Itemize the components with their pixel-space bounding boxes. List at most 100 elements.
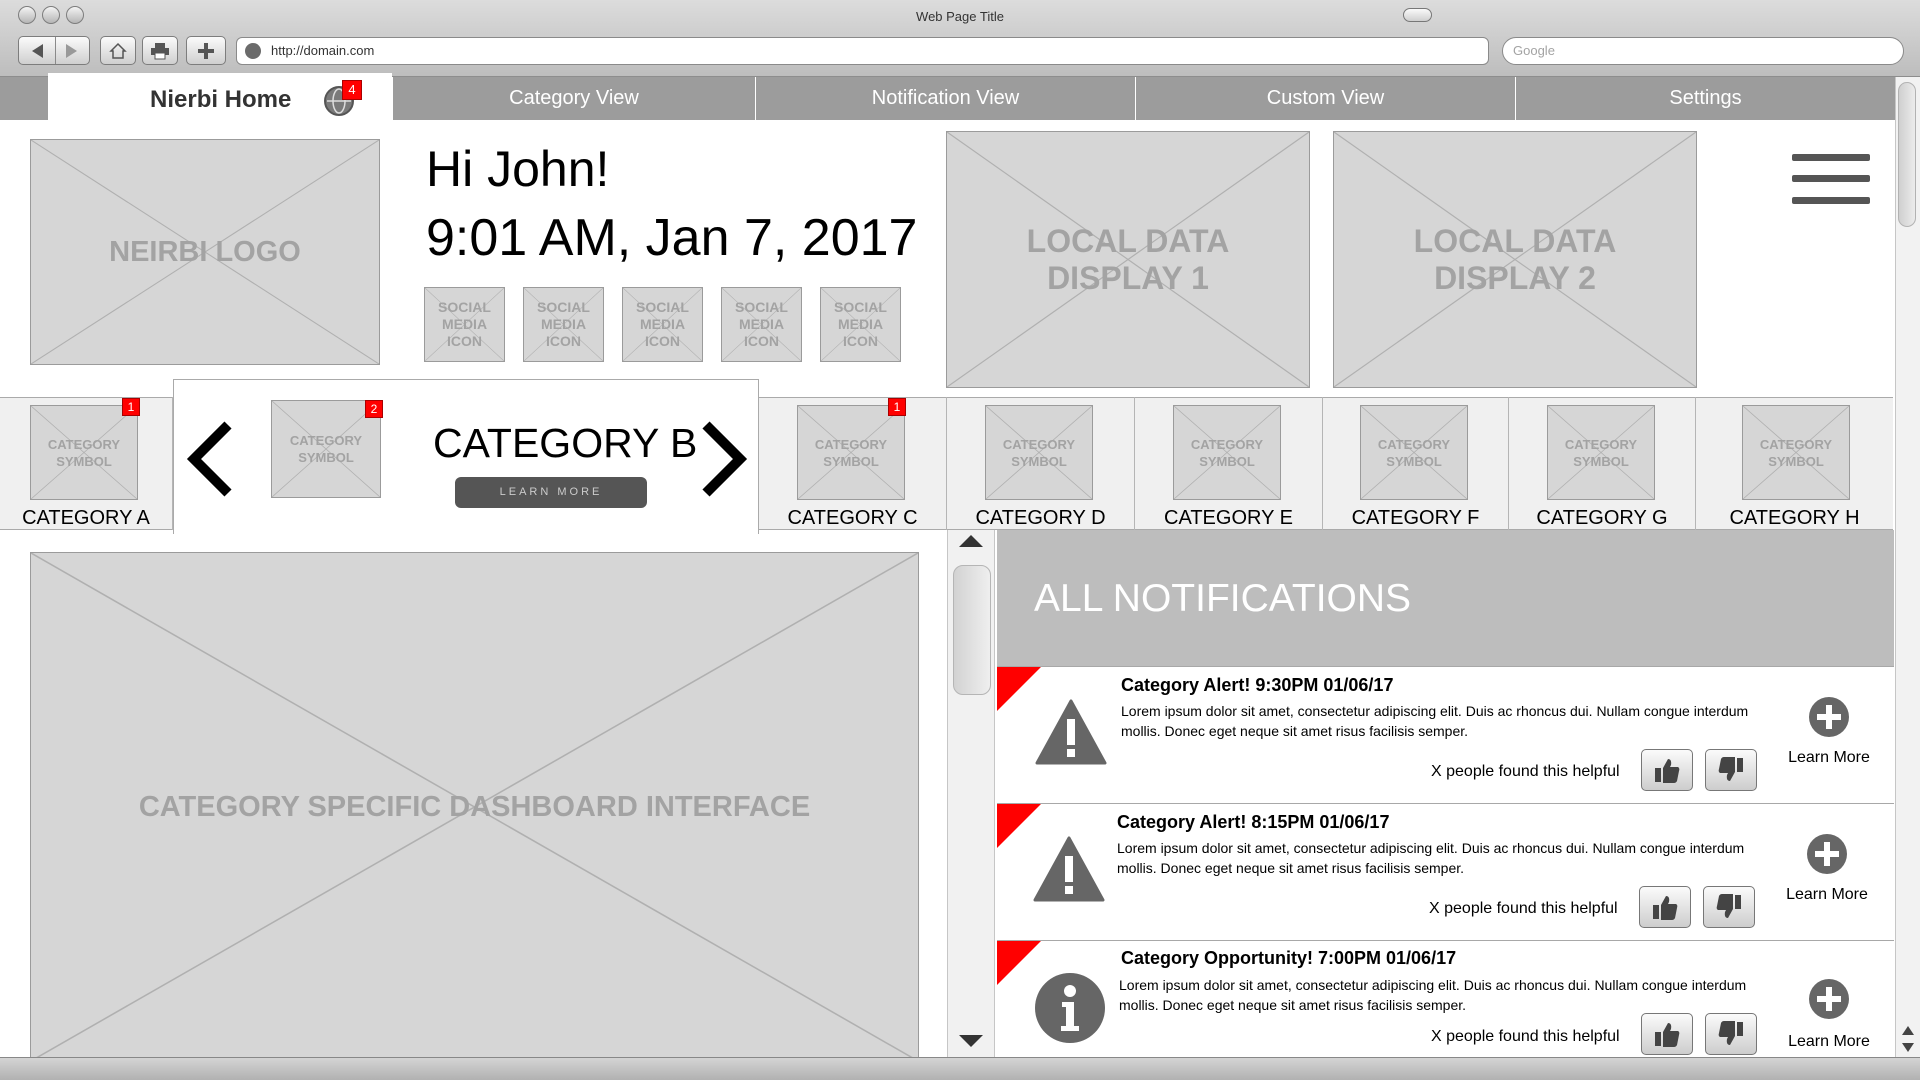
- home-icon: [109, 42, 127, 59]
- helpful-count: X people found this helpful: [1429, 900, 1618, 917]
- selected-category-title: CATEGORY B: [433, 420, 698, 466]
- social-icon-text: SOCIAL MEDIA ICON: [438, 299, 491, 349]
- thumbs-up-button[interactable]: [1641, 1013, 1693, 1055]
- social-media-icon[interactable]: SOCIAL MEDIA ICON: [622, 287, 703, 362]
- category-tile[interactable]: CATEGORY SYMBOL 1 CATEGORY A: [0, 397, 173, 530]
- thumbs-down-button[interactable]: [1705, 749, 1757, 791]
- scroll-down-arrow-icon[interactable]: [959, 1035, 983, 1047]
- helpful-count: X people found this helpful: [1431, 1028, 1620, 1045]
- category-symbol: CATEGORY SYMBOL: [1173, 405, 1281, 500]
- social-media-icon[interactable]: SOCIAL MEDIA ICON: [820, 287, 901, 362]
- search-placeholder: Google: [1513, 43, 1555, 58]
- category-tile[interactable]: CATEGORY SYMBOL CATEGORY F: [1323, 397, 1509, 530]
- notification-body: Lorem ipsum dolor sit amet, consectetur …: [1121, 703, 1749, 739]
- thumbs-down-icon: [1718, 1021, 1743, 1045]
- local-data-display-1: LOCAL DATA DISPLAY 1: [946, 131, 1310, 388]
- back-arrow-icon: [31, 43, 43, 58]
- category-symbol-text: CATEGORY SYMBOL: [1759, 436, 1833, 469]
- category-label: CATEGORY A: [22, 507, 150, 529]
- notification-item: Category Alert! 8:15PM 01/06/17 Lorem ip…: [997, 803, 1894, 940]
- forward-arrow-icon: [65, 43, 77, 58]
- category-tile[interactable]: CATEGORY SYMBOL CATEGORY G: [1509, 397, 1696, 530]
- back-button[interactable]: [19, 43, 54, 59]
- category-symbol-text: CATEGORY SYMBOL: [289, 433, 363, 465]
- learn-more-link[interactable]: Learn More: [1787, 749, 1871, 767]
- window-title: Web Page Title: [916, 9, 1004, 24]
- plus-icon: [198, 42, 214, 59]
- dashboard-placeholder: CATEGORY SPECIFIC DASHBOARD INTERFACE: [30, 552, 919, 1062]
- category-symbol: CATEGORY SYMBOL: [1360, 405, 1468, 500]
- category-label: CATEGORY G: [1536, 507, 1668, 529]
- social-icon-text: SOCIAL MEDIA ICON: [537, 299, 590, 349]
- thumbs-up-button[interactable]: [1641, 749, 1693, 791]
- category-symbol-text: CATEGORY SYMBOL: [1190, 436, 1264, 469]
- thumbs-down-button[interactable]: [1703, 886, 1755, 928]
- warning-icon: [1033, 836, 1105, 902]
- thumbs-down-button[interactable]: [1705, 1013, 1757, 1055]
- social-icon-text: SOCIAL MEDIA ICON: [735, 299, 788, 349]
- forward-button[interactable]: [54, 43, 89, 59]
- page-scroll-thumb[interactable]: [1898, 82, 1916, 227]
- print-icon: [151, 42, 169, 59]
- next-category-chevron-icon[interactable]: [700, 421, 750, 497]
- category-symbol: CATEGORY SYMBOL: [797, 405, 905, 500]
- learn-more-link[interactable]: Learn More: [1777, 886, 1877, 904]
- category-symbol: CATEGORY SYMBOL: [1742, 405, 1850, 500]
- home-button[interactable]: [100, 36, 136, 65]
- social-media-icon[interactable]: SOCIAL MEDIA ICON: [424, 287, 505, 362]
- logo-text: NEIRBI LOGO: [109, 235, 301, 268]
- local-data-1-text: LOCAL DATA DISPLAY 1: [1026, 222, 1230, 296]
- social-icon-text: SOCIAL MEDIA ICON: [636, 299, 689, 349]
- local-data-2-text: LOCAL DATA DISPLAY 2: [1413, 222, 1617, 296]
- category-symbol: CATEGORY SYMBOL: [985, 405, 1093, 500]
- social-media-icon[interactable]: SOCIAL MEDIA ICON: [523, 287, 604, 362]
- category-badge: 2: [365, 400, 383, 418]
- tab-home-label: Nierbi Home: [150, 86, 292, 113]
- dashboard-placeholder-text: CATEGORY SPECIFIC DASHBOARD INTERFACE: [138, 790, 811, 823]
- notification-body: Lorem ipsum dolor sit amet, consectetur …: [1119, 977, 1747, 1013]
- category-learn-more-button[interactable]: LEARN MORE: [455, 477, 647, 508]
- thumbs-up-icon: [1653, 896, 1678, 920]
- learn-more-plus-icon[interactable]: [1807, 834, 1847, 874]
- category-tile[interactable]: CATEGORY SYMBOL CATEGORY H: [1696, 397, 1893, 530]
- print-button[interactable]: [142, 36, 178, 65]
- page-scroll-arrows-icon[interactable]: [1900, 1024, 1916, 1054]
- social-icon-text: SOCIAL MEDIA ICON: [834, 299, 887, 349]
- thumbs-up-button[interactable]: [1639, 886, 1691, 928]
- notification-title: Category Opportunity! 7:00PM 01/06/17: [1121, 948, 1457, 968]
- category-symbol-text: CATEGORY SYMBOL: [814, 436, 888, 469]
- category-symbol: CATEGORY SYMBOL: [30, 405, 138, 500]
- toolbar-toggle-button[interactable]: [1403, 8, 1432, 22]
- browser-chrome: Web Page Title http://domain.com Google: [0, 0, 1920, 77]
- category-tile[interactable]: CATEGORY SYMBOL CATEGORY E: [1135, 397, 1323, 530]
- url-text: http://domain.com: [271, 43, 375, 58]
- category-tile[interactable]: CATEGORY SYMBOL CATEGORY D: [947, 397, 1135, 530]
- tab-notification-view[interactable]: Notification View: [755, 77, 1135, 120]
- notifications-scroll-thumb[interactable]: [953, 565, 991, 695]
- previous-category-chevron-icon[interactable]: [184, 421, 234, 497]
- notification-title: Category Alert! 8:15PM 01/06/17: [1117, 812, 1390, 832]
- notifications-header-title: ALL NOTIFICATIONS: [1034, 577, 1412, 620]
- learn-more-plus-icon[interactable]: [1809, 697, 1849, 737]
- thumbs-up-icon: [1655, 759, 1680, 783]
- site-globe-icon: [245, 43, 261, 59]
- address-bar[interactable]: http://domain.com: [236, 37, 1489, 65]
- notification-body: Lorem ipsum dolor sit amet, consectetur …: [1117, 840, 1745, 876]
- globe-notification-badge: 4: [342, 80, 362, 100]
- social-media-icon[interactable]: SOCIAL MEDIA ICON: [721, 287, 802, 362]
- learn-more-link[interactable]: Learn More: [1779, 1033, 1879, 1051]
- learn-more-plus-icon[interactable]: [1809, 979, 1849, 1019]
- tab-custom-view[interactable]: Custom View: [1135, 77, 1515, 120]
- category-symbol-text: CATEGORY SYMBOL: [1002, 436, 1076, 469]
- greeting: Hi John!: [426, 141, 610, 197]
- tab-settings[interactable]: Settings: [1515, 77, 1895, 120]
- category-symbol-text: CATEGORY SYMBOL: [1377, 436, 1451, 469]
- category-symbol: CATEGORY SYMBOL: [1547, 405, 1655, 500]
- new-tab-button[interactable]: [186, 36, 226, 65]
- scroll-up-arrow-icon[interactable]: [959, 535, 983, 547]
- tab-category-view[interactable]: Category View: [392, 77, 755, 120]
- thumbs-down-icon: [1716, 894, 1741, 918]
- category-tile[interactable]: CATEGORY SYMBOL 1 CATEGORY C: [759, 397, 947, 530]
- category-symbol-text: CATEGORY SYMBOL: [47, 436, 121, 469]
- search-field[interactable]: Google: [1502, 37, 1904, 65]
